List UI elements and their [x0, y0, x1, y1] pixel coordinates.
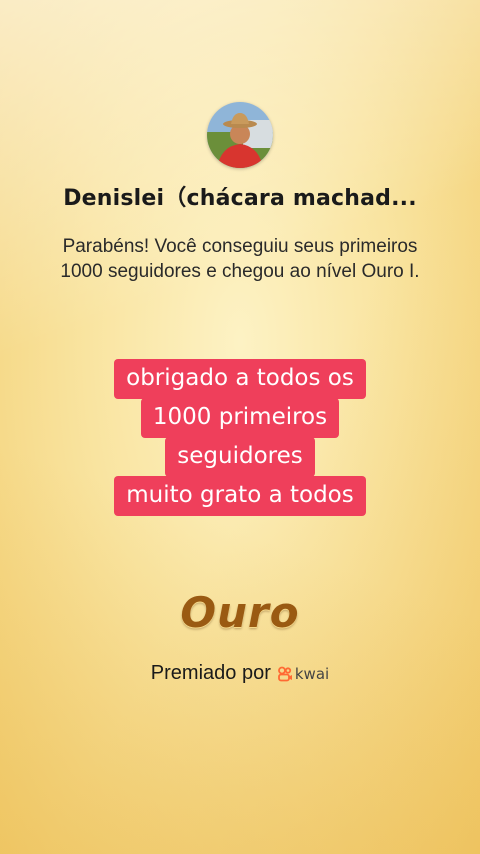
achievement-message: Parabéns! Você conseguiu seus primeiros …: [60, 236, 420, 282]
caption-overlay: obrigado a todos os 1000 primeiros segui…: [0, 359, 480, 516]
caption-line: seguidores: [165, 437, 315, 477]
kwai-logo-icon: [277, 666, 292, 681]
person-with-hat-avatar: [207, 102, 273, 168]
level-title: Ouro: [180, 588, 300, 637]
kwai-brand-name: kwai: [294, 664, 330, 683]
caption-line: muito grato a todos: [114, 476, 366, 516]
awarded-label: Premiado por: [150, 662, 271, 684]
awarded-by: Premiado por kwai: [0, 662, 480, 685]
kwai-brand: kwai: [277, 665, 329, 683]
username: Denislei（chácara machad...: [63, 186, 417, 211]
avatar[interactable]: [207, 102, 273, 168]
caption-line: 1000 primeiros: [140, 398, 340, 438]
caption-line: obrigado a todos os: [114, 359, 366, 399]
